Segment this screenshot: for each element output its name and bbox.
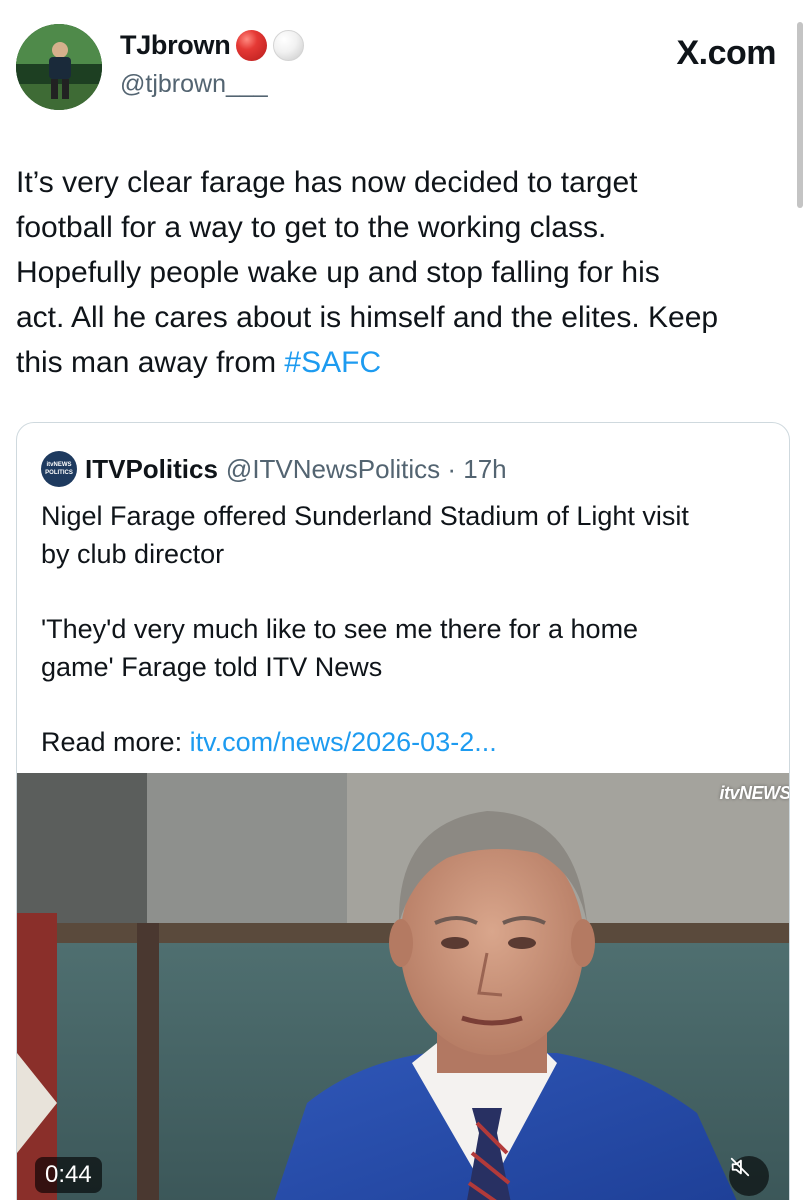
quoted-post-header: itvNEWS POLITICS ITVPolitics @ITVNewsPol… (41, 451, 507, 487)
itv-politics-logo-icon[interactable]: itvNEWS POLITICS (41, 451, 77, 487)
headline-line: Nigel Farage offered Sunderland Stadium … (41, 501, 689, 531)
quote-line: 'They'd very much like to see me there f… (41, 614, 639, 644)
author-handle[interactable]: @tjbrown___ (120, 70, 268, 99)
tweet-line: Hopefully people wake up and stop fallin… (16, 256, 660, 289)
tweet-line: football for a way to get to the working… (16, 211, 607, 244)
hashtag-link[interactable]: #SAFC (284, 346, 381, 379)
logo-text-politics: POLITICS (45, 470, 73, 476)
speaker-muted-icon (730, 1157, 750, 1177)
read-more-label: Read more: (41, 727, 190, 757)
x-com-label: X.com (676, 34, 776, 72)
quoted-author-name[interactable]: ITVPolitics (85, 454, 218, 485)
logo-text-news: itvNEWS (46, 462, 72, 468)
tweet-text: It’s very clear farage has now decided t… (16, 160, 796, 385)
tweet-line: It’s very clear farage has now decided t… (16, 166, 638, 199)
quoted-post-body: Nigel Farage offered Sunderland Stadium … (41, 497, 771, 761)
mute-button[interactable] (729, 1156, 769, 1196)
video-frame (17, 773, 789, 1200)
headline-line: by club director (41, 539, 225, 569)
video-player[interactable]: itvNEWS 0:44 (17, 773, 790, 1200)
quote-line: game' Farage told ITV News (41, 652, 383, 682)
red-circle-emoji-icon (236, 30, 268, 61)
video-duration: 0:44 (35, 1157, 102, 1193)
white-circle-emoji-icon (273, 30, 305, 61)
tweet-line-text: this man away from (16, 346, 285, 379)
author-display-name[interactable]: TJbrown (120, 30, 231, 61)
article-link[interactable]: itv.com/news/2026-03-2... (190, 727, 497, 757)
quoted-post-card[interactable]: itvNEWS POLITICS ITVPolitics @ITVNewsPol… (16, 422, 790, 1200)
read-more-line: Read more: itv.com/news/2026-03-2... (41, 723, 771, 761)
avatar-photo (16, 24, 102, 110)
quoted-author-handle-time: @ITVNewsPolitics · 17h (225, 453, 507, 484)
tweet-line-last: this man away from #SAFC (16, 340, 796, 385)
itv-news-watermark: itvNEWS (719, 783, 790, 803)
avatar[interactable] (16, 24, 102, 110)
scrollbar[interactable] (797, 22, 803, 208)
tweet-line: act. All he cares about is himself and t… (16, 301, 719, 334)
